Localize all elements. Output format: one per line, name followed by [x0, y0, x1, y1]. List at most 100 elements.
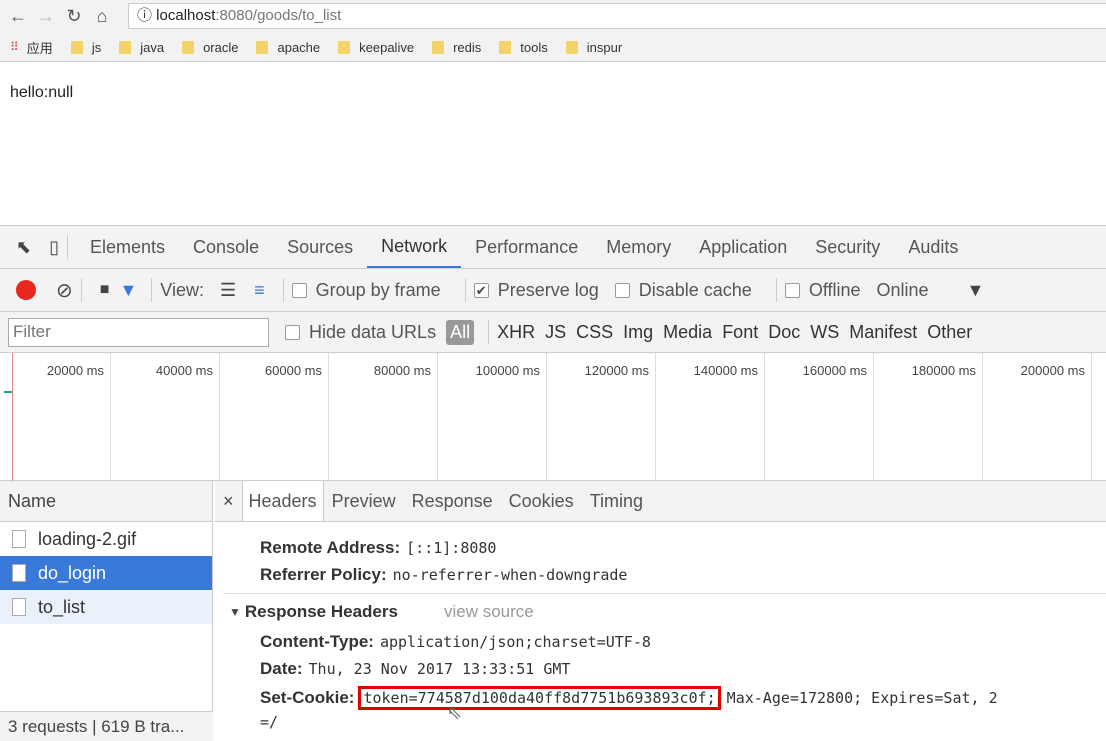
tab-timing[interactable]: Timing [582, 481, 651, 521]
header-key: Remote Address: [260, 538, 401, 557]
mouse-cursor-icon: ⇖ [447, 703, 463, 723]
header-key: Date: [260, 659, 303, 678]
tab-audits[interactable]: Audits [894, 226, 972, 268]
device-toolbar-icon[interactable]: ▯ [49, 237, 59, 258]
bookmark[interactable]: inspur [565, 39, 623, 55]
timeline-tick: 140000 ms [656, 353, 765, 481]
filter-input[interactable] [8, 317, 269, 347]
tab-cookies[interactable]: Cookies [501, 481, 582, 521]
filter-type-manifest[interactable]: Manifest [849, 322, 917, 343]
filter-type-xhr[interactable]: XHR [497, 322, 535, 343]
reload-icon[interactable]: ↻ [60, 6, 88, 27]
network-toolbar: ⊘ ■ ▼ View: ☰ ≡ Group by frame ✔ Preserve… [0, 269, 1106, 312]
request-name: loading-2.gif [38, 528, 137, 549]
filter-type-js[interactable]: JS [545, 322, 566, 343]
network-timeline-overview[interactable]: 20000 ms 40000 ms 60000 ms 80000 ms 1000… [0, 353, 1106, 481]
bookmark[interactable]: java [119, 40, 164, 55]
view-source-link[interactable]: view source [444, 602, 534, 622]
timeline-tick: 200000 ms [983, 353, 1092, 481]
tab-application[interactable]: Application [685, 226, 801, 268]
status-bar: 3 requests | 619 B tra... [0, 711, 213, 741]
header-value: Max-Age=172800; Expires=Sat, 2 [726, 689, 998, 707]
throttle-select[interactable]: Online [877, 280, 929, 301]
detail-tabbar: × Headers Preview Response Cookies Timin… [215, 481, 1106, 522]
header-line: Date: Thu, 23 Nov 2017 13:33:51 GMT [260, 659, 570, 679]
bookmark[interactable]: keepalive [338, 40, 414, 55]
clear-icon[interactable]: ⊘ [56, 278, 73, 303]
home-icon[interactable]: ⌂ [88, 6, 116, 27]
tab-console[interactable]: Console [179, 226, 273, 268]
dropdown-arrow-icon[interactable]: ▼ [967, 280, 985, 301]
header-key: Set-Cookie: [260, 688, 355, 707]
disable-cache-checkbox[interactable] [614, 282, 630, 298]
expand-triangle-icon[interactable]: ▼ [229, 605, 241, 619]
filter-type-css[interactable]: CSS [576, 322, 613, 343]
tab-elements[interactable]: Elements [76, 226, 179, 268]
token-highlight: token=774587d100da40ff8d7751b693893c0f; [358, 686, 721, 710]
forward-icon[interactable]: → [32, 6, 60, 27]
folder-icon [432, 40, 445, 54]
disable-cache-label: Disable cache [638, 279, 752, 300]
filter-type-font[interactable]: Font [722, 322, 758, 343]
bookmark-label: js [91, 39, 102, 55]
filter-type-doc[interactable]: Doc [768, 322, 800, 343]
tab-preview[interactable]: Preview [324, 481, 404, 521]
url-path: :8080/goods/to_list [215, 7, 342, 24]
timeline-tick: 80000 ms [329, 353, 438, 481]
close-icon[interactable]: × [215, 491, 242, 512]
group-by-frame-checkbox[interactable] [291, 282, 307, 298]
preserve-log-checkbox[interactable]: ✔ [473, 282, 489, 298]
request-row[interactable]: do_login [0, 556, 212, 590]
url-input[interactable]: ⓘ localhost:8080/goods/to_list [128, 3, 1106, 29]
response-headers-section[interactable]: ▼ Response Headers view source [229, 602, 534, 622]
filter-type-all[interactable]: All [446, 319, 475, 345]
bookmark[interactable]: js [70, 39, 102, 55]
hide-data-urls-checkbox[interactable] [285, 324, 300, 340]
tab-response[interactable]: Response [404, 481, 501, 521]
waterfall-view-icon[interactable]: ≡ [254, 280, 265, 301]
hide-data-urls-label: Hide data URLs [309, 321, 437, 342]
bookmark[interactable]: redis [432, 40, 481, 55]
tab-network[interactable]: Network [367, 226, 462, 268]
tab-performance[interactable]: Performance [461, 226, 592, 268]
screenshot-camera-icon[interactable]: ■ [100, 281, 110, 299]
filter-type-other[interactable]: Other [927, 322, 972, 343]
page-content: hello:null [0, 62, 1106, 225]
tab-headers[interactable]: Headers [241, 481, 324, 521]
group-by-frame-label: Group by frame [315, 279, 441, 300]
devtools-tabbar: ⬉ ▯ Elements Console Sources Network Per… [0, 226, 1106, 269]
bookmark-label: apache [277, 39, 321, 55]
bookmark-label: redis [453, 39, 482, 55]
request-list: Name loading-2.gif do_login to_list 3 re… [0, 481, 213, 741]
file-icon [12, 564, 26, 582]
bookmark[interactable]: oracle [182, 40, 238, 55]
list-view-icon[interactable]: ☰ [220, 280, 236, 301]
apps-icon: ⠿ [10, 40, 19, 54]
timeline-tick: 20000 ms [0, 353, 111, 481]
timeline-tick: 40000 ms [111, 353, 220, 481]
filter-type-media[interactable]: Media [663, 322, 712, 343]
filter-type-img[interactable]: Img [623, 322, 653, 343]
tab-security[interactable]: Security [801, 226, 894, 268]
view-label: View: [160, 279, 204, 300]
request-row[interactable]: loading-2.gif [0, 522, 212, 556]
filter-icon[interactable]: ▼ [119, 280, 137, 301]
offline-checkbox[interactable] [784, 282, 800, 298]
inspect-icon[interactable]: ⬉ [16, 237, 31, 258]
request-bar [4, 391, 12, 393]
info-icon[interactable]: ⓘ [137, 7, 156, 24]
tab-memory[interactable]: Memory [592, 226, 685, 268]
header-key: Content-Type: [260, 632, 374, 651]
back-icon[interactable]: ← [4, 6, 32, 27]
tab-sources[interactable]: Sources [273, 226, 367, 268]
bookmark[interactable]: tools [499, 40, 548, 55]
apps-bookmark[interactable]: ⠿ 应用 [10, 38, 53, 57]
name-column-header[interactable]: Name [0, 481, 212, 522]
bookmark-label: inspur [586, 39, 623, 55]
filter-type-ws[interactable]: WS [810, 322, 839, 343]
record-icon[interactable] [16, 280, 36, 300]
request-row[interactable]: to_list [0, 590, 212, 624]
request-name: do_login [38, 562, 107, 583]
bookmark-label: keepalive [359, 39, 415, 55]
bookmark[interactable]: apache [256, 40, 320, 55]
